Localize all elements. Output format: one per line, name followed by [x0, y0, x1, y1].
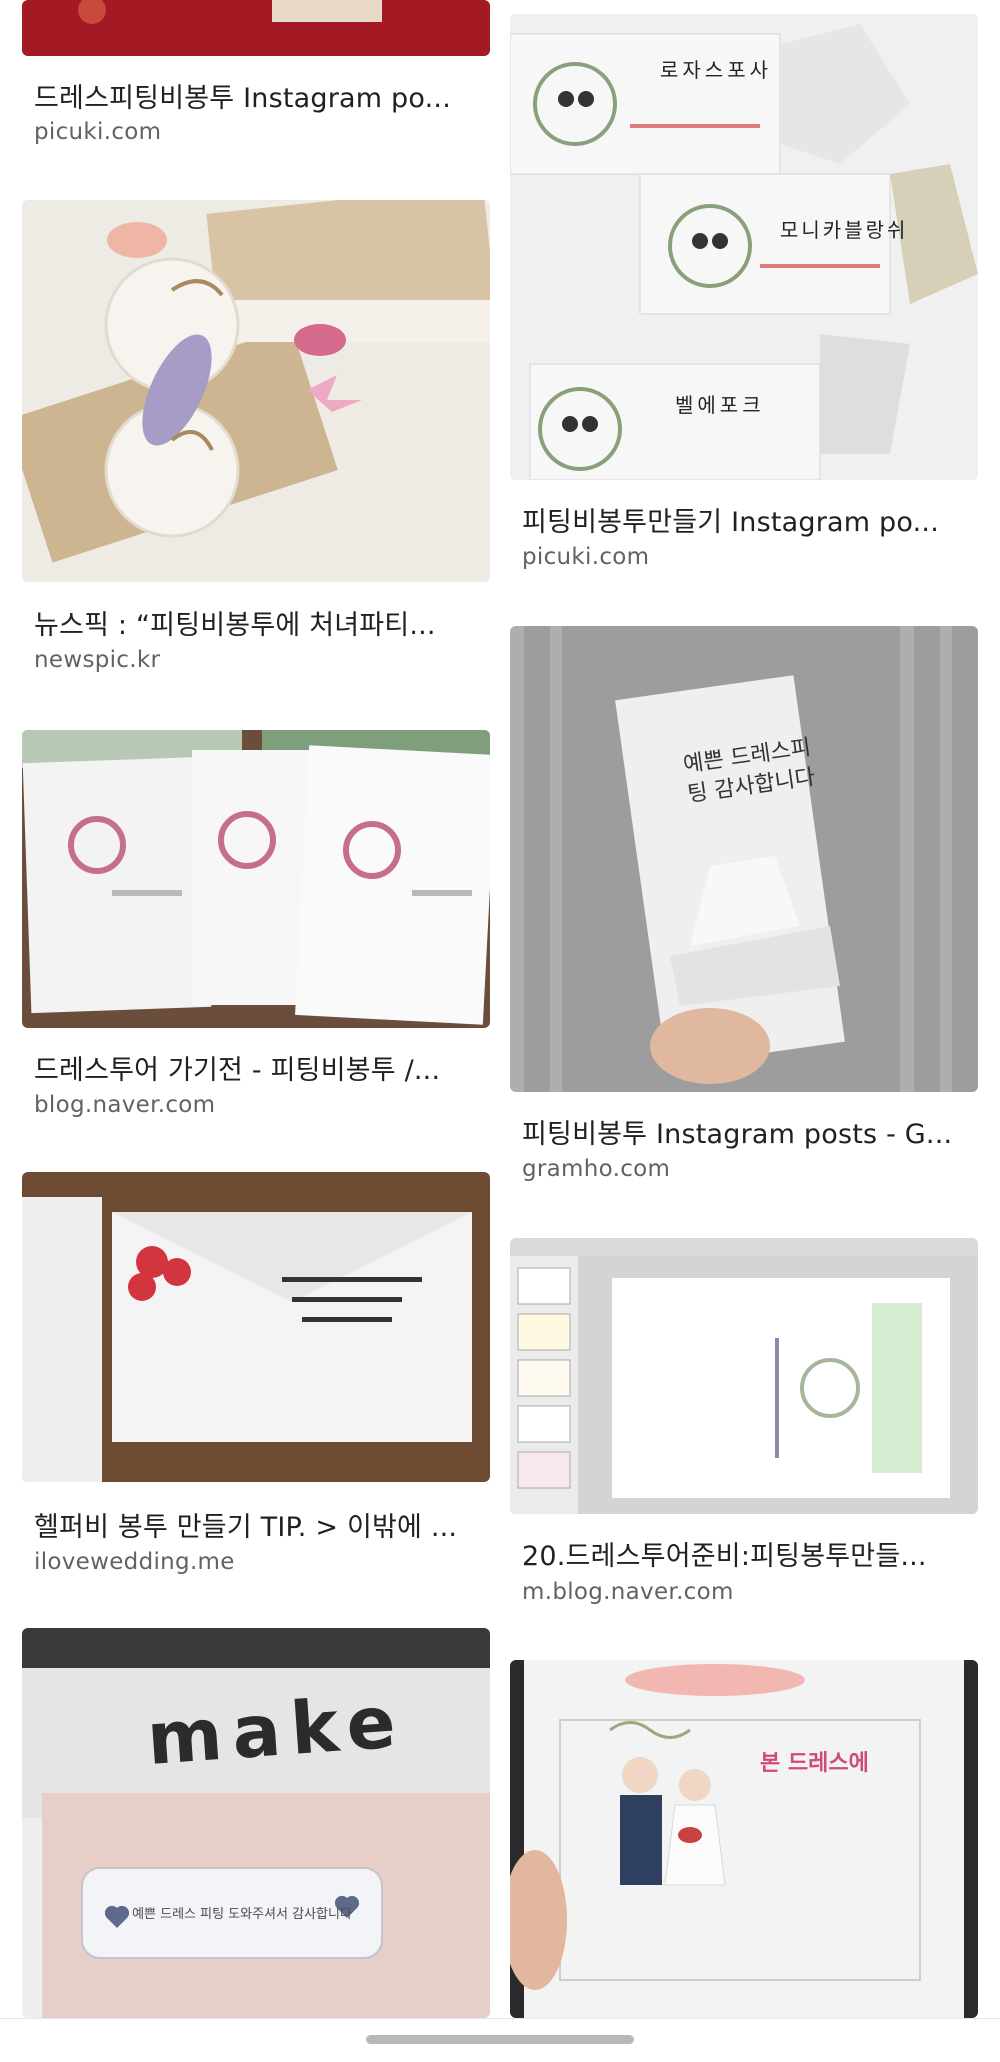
result-title[interactable]: 피팅비봉투 Instagram posts - G... — [522, 1112, 972, 1151]
result-thumbnail[interactable]: make 예쁜 드레스 피팅 도와주셔서 감사합니다 — [22, 1628, 490, 2018]
result-source: gramho.com — [522, 1156, 671, 1182]
result-thumbnail[interactable]: 예쁜 드레스피팅 감사합니다 — [510, 626, 978, 1092]
result-title[interactable]: 뉴스픽 : “피팅비봉투에 처녀파티... — [34, 603, 484, 642]
tag-text: 예쁜 드레스 피팅 도와주셔서 감사합니다 — [132, 1907, 352, 1922]
envelope-label: 벨에포크 — [675, 393, 765, 417]
pink-title: 본 드레스에 — [760, 1751, 869, 1776]
result-source: ilovewedding.me — [34, 1549, 235, 1575]
result-thumbnail[interactable] — [22, 1172, 490, 1482]
home-indicator[interactable] — [366, 2035, 634, 2044]
result-source: newspic.kr — [34, 647, 161, 673]
result-title[interactable]: 20.드레스투어준비:피팅봉투만들... — [522, 1534, 972, 1573]
result-source: m.blog.naver.com — [522, 1579, 734, 1605]
system-navigation-bar — [0, 2018, 1000, 2062]
result-source: blog.naver.com — [34, 1092, 216, 1118]
result-thumbnail[interactable] — [22, 730, 490, 1028]
envelope-label: 모니카블랑쉬 — [780, 218, 909, 242]
result-title[interactable]: 드레스피팅비봉투 Instagram po... — [34, 76, 484, 115]
result-title[interactable]: 피팅비봉투만들기 Instagram po... — [522, 500, 972, 539]
result-source: picuki.com — [34, 119, 162, 145]
result-thumbnail[interactable]: 로자스포사 모니카블랑쉬 벨에포크 — [510, 14, 978, 480]
result-thumbnail[interactable]: 본 드레스에 — [510, 1660, 978, 2018]
result-thumbnail[interactable] — [22, 200, 490, 582]
result-title[interactable]: 헬퍼비 봉투 만들기 TIP. > 이밖에 ... — [34, 1505, 484, 1544]
result-thumbnail[interactable] — [22, 0, 490, 56]
result-source: picuki.com — [522, 544, 650, 570]
result-title[interactable]: 드레스투어 가기전 - 피팅비봉투 /... — [34, 1048, 484, 1087]
sign-text: make — [144, 1679, 409, 1781]
envelope-label: 로자스포사 — [660, 58, 772, 82]
result-thumbnail[interactable] — [510, 1238, 978, 1514]
